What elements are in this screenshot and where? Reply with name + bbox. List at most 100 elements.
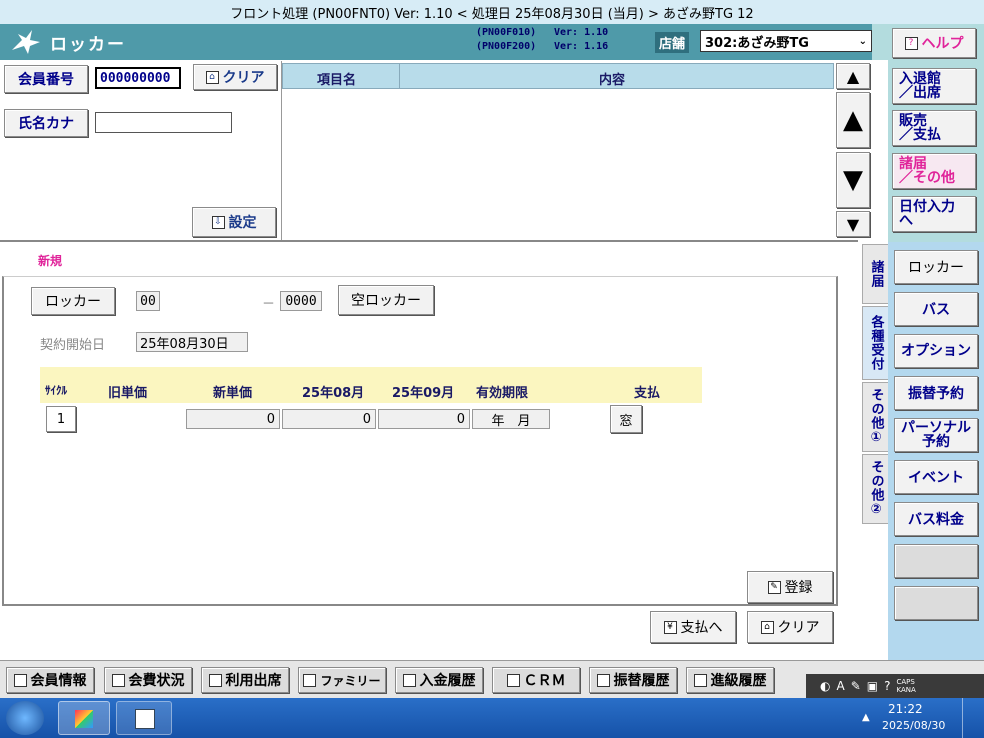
- tray-expand-icon[interactable]: ▲: [862, 712, 870, 723]
- locker-no1-field[interactable]: 00: [136, 291, 160, 311]
- tab-label: その他①: [868, 388, 884, 446]
- arrow-up-icon: ▲: [843, 105, 863, 135]
- bottom-family[interactable]: ファミリー: [298, 667, 386, 693]
- payment-window-button[interactable]: 窓: [610, 405, 642, 433]
- tab-other1[interactable]: その他①: [862, 382, 890, 452]
- sub-menu-label: イベント: [908, 470, 964, 486]
- bottom-member-info[interactable]: 会員情報: [6, 667, 94, 693]
- col-content: 内容: [599, 73, 626, 88]
- member-number-label-button[interactable]: 会員番号: [4, 65, 88, 93]
- home-icon: ⌂: [760, 620, 774, 634]
- scroll-down-button[interactable]: ▼: [836, 152, 870, 208]
- new-price-field[interactable]: 0: [186, 409, 280, 429]
- ime-pad-icon: ▣: [866, 679, 879, 693]
- bottom-label: 利用出席: [225, 673, 282, 689]
- setting-button[interactable]: ⇩ 設定: [192, 207, 276, 237]
- taskbar: ▲ 21:22 2025/08/30: [0, 698, 984, 738]
- contract-start-field[interactable]: 25年08月30日: [136, 332, 248, 352]
- col-cycle: ｻｲｸﾙ: [45, 384, 67, 397]
- ime-toolbar[interactable]: ◐ A ✎ ▣ ? CAPS KANA: [806, 674, 984, 698]
- form-clear-button[interactable]: ⌂ クリア: [747, 611, 833, 643]
- taskbar-app-doc[interactable]: [116, 701, 172, 735]
- sub-menu-label: ロッカー: [908, 260, 964, 276]
- locker-no2-field[interactable]: 0000: [280, 291, 322, 311]
- help-label: ヘルプ: [921, 36, 964, 52]
- member-clear-button[interactable]: ⌂ クリア: [193, 64, 277, 90]
- bottom-transfer-history[interactable]: 振替履歴: [589, 667, 677, 693]
- member-number-input[interactable]: 000000000: [95, 67, 181, 89]
- sub-menu-personal[interactable]: パーソナル予約: [894, 418, 978, 452]
- col-aug: 25年08月: [302, 386, 365, 401]
- tab-label: 諸届: [868, 260, 884, 288]
- double-down-icon: ▼: [846, 214, 860, 234]
- col-item-name: 項目名: [317, 73, 357, 88]
- bottom-label: 会費状況: [128, 673, 185, 689]
- ime-tools-icon: ✎: [850, 679, 861, 693]
- start-button-icon[interactable]: [6, 701, 44, 735]
- name-kana-label-button[interactable]: 氏名カナ: [4, 109, 88, 137]
- sub-menu-empty1: [894, 544, 978, 578]
- sub-menu-option[interactable]: オプション: [894, 334, 978, 368]
- bottom-attendance[interactable]: 利用出席: [201, 667, 289, 693]
- name-kana-input[interactable]: [95, 112, 232, 133]
- new-price-value: 0: [266, 411, 275, 427]
- sub-menu-transfer[interactable]: 振替予約: [894, 376, 978, 410]
- scroll-bottom-button[interactable]: ▼: [836, 211, 870, 237]
- sub-menu-event[interactable]: イベント: [894, 460, 978, 494]
- cycle-value: 1: [56, 411, 66, 427]
- tab-other2[interactable]: その他②: [862, 454, 890, 524]
- setting-label: 設定: [228, 215, 257, 231]
- locker-form-panel: [2, 276, 838, 606]
- tab-notices[interactable]: 諸届: [862, 244, 890, 304]
- side-menu-entry-exit[interactable]: 入退館 ／出席: [892, 68, 976, 104]
- double-up-icon: ▲: [846, 66, 860, 86]
- scroll-up-button[interactable]: ▲: [836, 92, 870, 148]
- window-icon: [506, 673, 520, 687]
- cycle-field[interactable]: 1: [46, 406, 76, 432]
- locker-button[interactable]: ロッカー: [31, 287, 115, 315]
- locker-label: ロッカー: [45, 294, 101, 310]
- side-menu-label: 入退館: [899, 71, 941, 87]
- show-desktop-button[interactable]: [962, 698, 984, 738]
- tab-reception[interactable]: 各種受付: [862, 306, 890, 380]
- side-menu-notices[interactable]: 諸届 ／その他: [892, 153, 976, 189]
- sub-menu-bus[interactable]: バス: [894, 292, 978, 326]
- bottom-fee-status[interactable]: 会費状況: [104, 667, 192, 693]
- side-menu-label: ／その他: [899, 170, 955, 186]
- help-button[interactable]: ? ヘルプ: [892, 28, 976, 58]
- clock-time: 21:22: [888, 702, 923, 716]
- to-payment-button[interactable]: ¥ 支払へ: [650, 611, 736, 643]
- app-window-icon: [75, 710, 93, 728]
- empty-locker-button[interactable]: 空ロッカー: [338, 285, 434, 315]
- sub-menu-label: パーソナル予約: [901, 420, 971, 450]
- window-icon: [596, 673, 610, 687]
- register-button[interactable]: ✎ 登録: [747, 571, 833, 603]
- side-menu-date-input[interactable]: 日付入力へ: [892, 196, 976, 232]
- yen-icon: ¥: [663, 620, 677, 634]
- sub-menu-locker[interactable]: ロッカー: [894, 250, 978, 284]
- help-icon: ?: [904, 36, 918, 50]
- app-header: ロッカー (PN00F010) Ver: 1.10 (PN00F200) Ver…: [0, 24, 872, 60]
- bottom-promotion-history[interactable]: 進級履歴: [686, 667, 774, 693]
- bottom-deposit-history[interactable]: 入金履歴: [395, 667, 483, 693]
- bottom-crm[interactable]: ＣＲＭ: [492, 667, 580, 693]
- store-label: 店舗: [655, 32, 690, 53]
- sep-price-field[interactable]: 0: [378, 409, 470, 429]
- side-menu-sales[interactable]: 販売 ／支払: [892, 110, 976, 146]
- edit-icon: ✎: [767, 580, 781, 594]
- scroll-top-button[interactable]: ▲: [836, 63, 870, 89]
- window-title: フロント処理 (PN00FNT0) Ver: 1.10 < 処理日 25年08月…: [230, 6, 754, 22]
- register-label: 登録: [784, 580, 813, 596]
- sub-menu-empty2: [894, 586, 978, 620]
- store-select[interactable]: 302:あざみ野TG ⌄: [700, 30, 872, 52]
- ime-mode-icon: ◐: [820, 679, 831, 693]
- taskbar-app-front[interactable]: [58, 701, 110, 735]
- aug-price-field[interactable]: 0: [282, 409, 376, 429]
- bottom-label: 進級履歴: [710, 673, 767, 689]
- sub-menu-bus-fee[interactable]: バス料金: [894, 502, 978, 536]
- sub-menu-label: 振替予約: [908, 386, 964, 402]
- payment-window-label: 窓: [619, 413, 633, 429]
- window-icon: [13, 673, 27, 687]
- expiry-field[interactable]: 年 月: [472, 409, 550, 429]
- window-title-bar: フロント処理 (PN00FNT0) Ver: 1.10 < 処理日 25年08月…: [0, 0, 984, 24]
